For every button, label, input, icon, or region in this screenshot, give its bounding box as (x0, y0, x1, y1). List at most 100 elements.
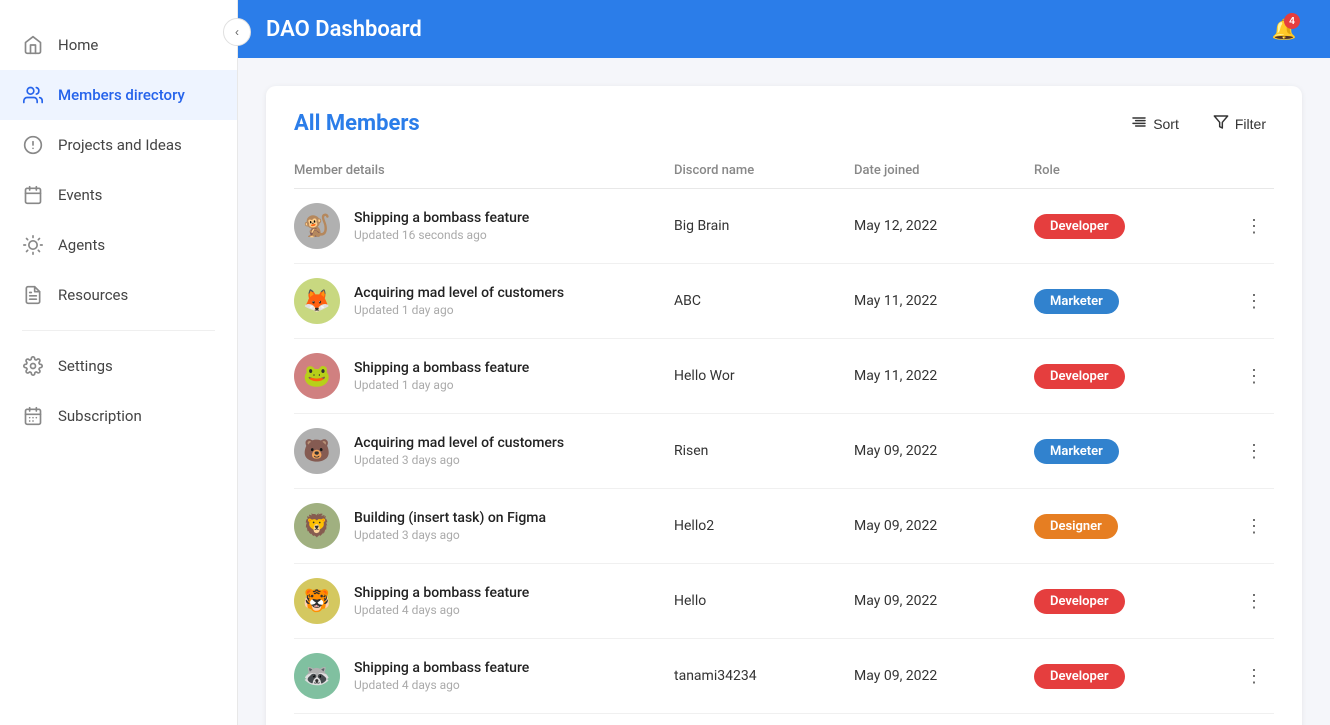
more-options-button[interactable]: ⋮ (1234, 216, 1274, 237)
content-area: All Members Sort Filter (238, 58, 1330, 725)
sidebar-item-subscription-label: Subscription (58, 407, 142, 425)
sidebar-item-members-label: Members directory (58, 86, 185, 104)
table-row: 🦊 Acquiring mad level of customers Updat… (294, 264, 1274, 339)
members-title: All Members (294, 111, 1123, 136)
sidebar-item-settings[interactable]: Settings (0, 341, 237, 391)
more-options-button[interactable]: ⋮ (1234, 516, 1274, 537)
discord-name: ABC (674, 293, 854, 309)
col-discord: Discord name (674, 163, 854, 178)
avatar: 🐯 (294, 578, 340, 624)
projects-icon (22, 134, 44, 156)
role-badge: Developer (1034, 214, 1125, 239)
sidebar-item-subscription[interactable]: Subscription (0, 391, 237, 441)
member-updated: Updated 4 days ago (354, 678, 529, 692)
role-badge: Marketer (1034, 439, 1119, 464)
member-name: Shipping a bombass feature (354, 360, 529, 376)
agents-icon (22, 234, 44, 256)
role-cell: Marketer (1034, 289, 1234, 314)
member-name: Shipping a bombass feature (354, 585, 529, 601)
member-info: Shipping a bombass feature Updated 16 se… (354, 210, 529, 242)
settings-icon (22, 355, 44, 377)
filter-label: Filter (1235, 116, 1266, 132)
member-updated: Updated 4 days ago (354, 603, 529, 617)
resources-icon (22, 284, 44, 306)
role-cell: Developer (1034, 589, 1234, 614)
filter-button[interactable]: Filter (1205, 110, 1274, 137)
avatar: 🦝 (294, 653, 340, 699)
members-card: All Members Sort Filter (266, 86, 1302, 725)
app-title: DAO Dashboard (266, 17, 1266, 42)
sidebar: ‹ Home Members directory Projects and Id… (0, 0, 238, 725)
sidebar-item-members[interactable]: Members directory (0, 70, 237, 120)
avatar: 🐻 (294, 428, 340, 474)
discord-name: Big Brain (674, 218, 854, 234)
notification-button[interactable]: 🔔 4 (1266, 11, 1302, 47)
sidebar-item-events-label: Events (58, 186, 102, 204)
member-name: Acquiring mad level of customers (354, 435, 564, 451)
member-cell: 🦊 Acquiring mad level of customers Updat… (294, 278, 674, 324)
filter-icon (1213, 114, 1229, 133)
table-row: 🐨 Chilling in my office Updated ... Foun… (294, 714, 1274, 725)
date-joined: May 09, 2022 (854, 443, 1034, 459)
members-icon (22, 84, 44, 106)
role-cell: Developer (1034, 214, 1234, 239)
col-role: Role (1034, 163, 1234, 178)
member-updated: Updated 1 day ago (354, 303, 564, 317)
avatar: 🐸 (294, 353, 340, 399)
member-updated: Updated 3 days ago (354, 528, 546, 542)
members-table: 🐒 Shipping a bombass feature Updated 16 … (294, 189, 1274, 725)
table-row: 🦝 Shipping a bombass feature Updated 4 d… (294, 639, 1274, 714)
member-info: Shipping a bombass feature Updated 4 day… (354, 585, 529, 617)
sort-icon (1131, 114, 1147, 133)
home-icon (22, 34, 44, 56)
member-name: Acquiring mad level of customers (354, 285, 564, 301)
more-options-button[interactable]: ⋮ (1234, 666, 1274, 687)
sidebar-collapse-button[interactable]: ‹ (223, 18, 251, 46)
sidebar-item-home-label: Home (58, 36, 98, 54)
discord-name: Hello Wor (674, 368, 854, 384)
sidebar-item-events[interactable]: Events (0, 170, 237, 220)
main-area: DAO Dashboard 🔔 4 All Members Sort (238, 0, 1330, 725)
sort-button[interactable]: Sort (1123, 110, 1187, 137)
notification-badge: 4 (1284, 13, 1300, 29)
sidebar-item-resources[interactable]: Resources (0, 270, 237, 320)
topbar: DAO Dashboard 🔔 4 (238, 0, 1330, 58)
discord-name: tanami34234 (674, 668, 854, 684)
more-options-button[interactable]: ⋮ (1234, 441, 1274, 462)
member-updated: Updated 16 seconds ago (354, 228, 529, 242)
sidebar-divider (22, 330, 215, 331)
discord-name: Hello (674, 593, 854, 609)
table-row: 🐯 Shipping a bombass feature Updated 4 d… (294, 564, 1274, 639)
member-info: Acquiring mad level of customers Updated… (354, 435, 564, 467)
sidebar-item-agents[interactable]: Agents (0, 220, 237, 270)
table-column-headers: Member details Discord name Date joined … (294, 155, 1274, 189)
members-header: All Members Sort Filter (294, 110, 1274, 137)
role-cell: Developer (1034, 664, 1234, 689)
table-row: 🐸 Shipping a bombass feature Updated 1 d… (294, 339, 1274, 414)
avatar: 🦊 (294, 278, 340, 324)
role-badge: Developer (1034, 364, 1125, 389)
more-options-button[interactable]: ⋮ (1234, 591, 1274, 612)
date-joined: May 09, 2022 (854, 668, 1034, 684)
table-row: 🦁 Building (insert task) on Figma Update… (294, 489, 1274, 564)
member-name: Shipping a bombass feature (354, 660, 529, 676)
col-date: Date joined (854, 163, 1034, 178)
more-options-button[interactable]: ⋮ (1234, 366, 1274, 387)
role-cell: Designer (1034, 514, 1234, 539)
sidebar-item-projects[interactable]: Projects and Ideas (0, 120, 237, 170)
member-info: Building (insert task) on Figma Updated … (354, 510, 546, 542)
member-info: Shipping a bombass feature Updated 4 day… (354, 660, 529, 692)
sidebar-item-resources-label: Resources (58, 286, 128, 304)
sidebar-item-home[interactable]: Home (0, 20, 237, 70)
sidebar-item-settings-label: Settings (58, 357, 113, 375)
chevron-left-icon: ‹ (235, 25, 239, 39)
avatar: 🐒 (294, 203, 340, 249)
sidebar-item-projects-label: Projects and Ideas (58, 136, 182, 154)
date-joined: May 09, 2022 (854, 593, 1034, 609)
more-options-button[interactable]: ⋮ (1234, 291, 1274, 312)
table-row: 🐻 Acquiring mad level of customers Updat… (294, 414, 1274, 489)
role-badge: Designer (1034, 514, 1118, 539)
member-cell: 🐸 Shipping a bombass feature Updated 1 d… (294, 353, 674, 399)
date-joined: May 11, 2022 (854, 293, 1034, 309)
discord-name: Hello2 (674, 518, 854, 534)
